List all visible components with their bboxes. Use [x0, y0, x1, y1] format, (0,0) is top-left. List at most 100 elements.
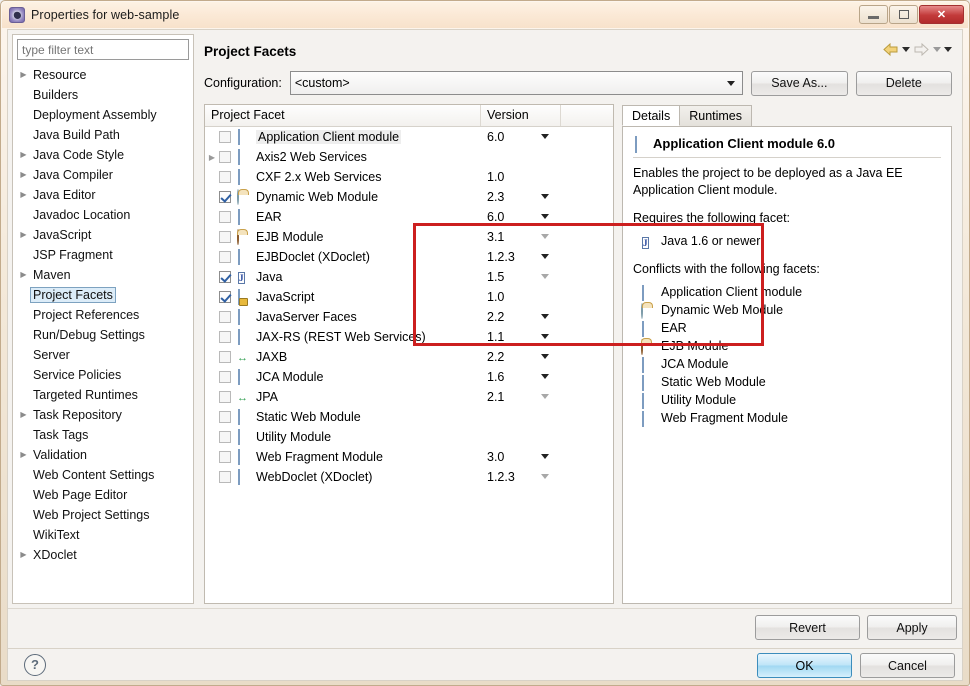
- sidebar-item-java-editor[interactable]: ▶ Java Editor: [13, 185, 193, 205]
- sidebar-item-targeted-runtimes[interactable]: Targeted Runtimes: [13, 385, 193, 405]
- facet-checkbox[interactable]: [219, 231, 231, 243]
- table-row[interactable]: J Java 1.5: [205, 267, 613, 287]
- version-dropdown-icon[interactable]: [541, 474, 549, 479]
- sidebar-item-wikitext[interactable]: WikiText: [13, 525, 193, 545]
- sidebar-item-task-tags[interactable]: Task Tags: [13, 425, 193, 445]
- facet-checkbox[interactable]: [219, 151, 231, 163]
- close-button[interactable]: ✕: [919, 5, 964, 24]
- expand-arrow-icon[interactable]: ▶: [17, 551, 30, 559]
- version-dropdown-icon[interactable]: [541, 194, 549, 199]
- table-row[interactable]: EJBDoclet (XDoclet) 1.2.3: [205, 247, 613, 267]
- expand-arrow-icon[interactable]: ▶: [17, 151, 30, 159]
- version-dropdown-icon[interactable]: [541, 314, 549, 319]
- sidebar-item-deployment-assembly[interactable]: Deployment Assembly: [13, 105, 193, 125]
- sidebar-item-project-references[interactable]: Project References: [13, 305, 193, 325]
- sidebar-item-validation[interactable]: ▶ Validation: [13, 445, 193, 465]
- facet-checkbox[interactable]: [219, 351, 231, 363]
- revert-button[interactable]: Revert: [755, 615, 860, 640]
- configuration-select[interactable]: <custom>: [289, 71, 744, 95]
- search-input[interactable]: [17, 39, 189, 60]
- table-row[interactable]: ▶ Axis2 Web Services: [205, 147, 613, 167]
- sidebar-item-jsp-fragment[interactable]: JSP Fragment: [13, 245, 193, 265]
- ok-button[interactable]: OK: [757, 653, 852, 678]
- expand-arrow-icon[interactable]: ▶: [17, 191, 30, 199]
- expand-arrow-icon[interactable]: ▶: [205, 153, 219, 162]
- version-dropdown-icon[interactable]: [541, 394, 549, 399]
- maximize-button[interactable]: [889, 5, 918, 24]
- table-row[interactable]: ↔ JAXB 2.2: [205, 347, 613, 367]
- version-dropdown-icon[interactable]: [541, 234, 549, 239]
- sidebar-item-resource[interactable]: ▶ Resource: [13, 65, 193, 85]
- version-dropdown-icon[interactable]: [541, 334, 549, 339]
- facet-checkbox[interactable]: [219, 271, 231, 283]
- facet-checkbox[interactable]: [219, 411, 231, 423]
- version-dropdown-icon[interactable]: [541, 134, 549, 139]
- sidebar-item-web-content-settings[interactable]: Web Content Settings: [13, 465, 193, 485]
- version-dropdown-icon[interactable]: [541, 214, 549, 219]
- facet-checkbox[interactable]: [219, 311, 231, 323]
- facet-checkbox[interactable]: [219, 171, 231, 183]
- table-row[interactable]: Web Fragment Module 3.0: [205, 447, 613, 467]
- table-row[interactable]: JavaScript 1.0: [205, 287, 613, 307]
- table-row[interactable]: EJB Module 3.1: [205, 227, 613, 247]
- table-row[interactable]: JAX-RS (REST Web Services) 1.1: [205, 327, 613, 347]
- sidebar-item-java-code-style[interactable]: ▶ Java Code Style: [13, 145, 193, 165]
- table-row[interactable]: CXF 2.x Web Services 1.0: [205, 167, 613, 187]
- expand-arrow-icon[interactable]: ▶: [17, 231, 30, 239]
- table-row[interactable]: Utility Module: [205, 427, 613, 447]
- apply-button[interactable]: Apply: [867, 615, 957, 640]
- facet-checkbox[interactable]: [219, 131, 231, 143]
- version-dropdown-icon[interactable]: [541, 454, 549, 459]
- sidebar-item-web-page-editor[interactable]: Web Page Editor: [13, 485, 193, 505]
- save-as-button[interactable]: Save As...: [751, 70, 848, 96]
- facet-checkbox[interactable]: [219, 331, 231, 343]
- column-header-version[interactable]: Version: [481, 105, 561, 126]
- facet-checkbox[interactable]: [219, 391, 231, 403]
- sidebar-item-server[interactable]: Server: [13, 345, 193, 365]
- sidebar-item-maven[interactable]: ▶ Maven: [13, 265, 193, 285]
- version-dropdown-icon[interactable]: [541, 374, 549, 379]
- expand-arrow-icon[interactable]: ▶: [17, 411, 30, 419]
- table-row[interactable]: Dynamic Web Module 2.3: [205, 187, 613, 207]
- sidebar-item-javascript[interactable]: ▶ JavaScript: [13, 225, 193, 245]
- sidebar-item-service-policies[interactable]: Service Policies: [13, 365, 193, 385]
- table-row[interactable]: EAR 6.0: [205, 207, 613, 227]
- facet-checkbox[interactable]: [219, 451, 231, 463]
- table-row[interactable]: JCA Module 1.6: [205, 367, 613, 387]
- facet-checkbox[interactable]: [219, 371, 231, 383]
- column-header-facet[interactable]: Project Facet: [205, 105, 481, 126]
- version-dropdown-icon[interactable]: [541, 354, 549, 359]
- sidebar-item-web-project-settings[interactable]: Web Project Settings: [13, 505, 193, 525]
- facet-checkbox[interactable]: [219, 211, 231, 223]
- expand-arrow-icon[interactable]: ▶: [17, 171, 30, 179]
- sidebar-item-javadoc-location[interactable]: Javadoc Location: [13, 205, 193, 225]
- version-dropdown-icon[interactable]: [541, 274, 549, 279]
- table-row[interactable]: ↔ JPA 2.1: [205, 387, 613, 407]
- facet-checkbox[interactable]: [219, 291, 231, 303]
- back-dropdown-icon[interactable]: [902, 47, 910, 52]
- sidebar-item-builders[interactable]: Builders: [13, 85, 193, 105]
- sidebar-item-xdoclet[interactable]: ▶ XDoclet: [13, 545, 193, 565]
- sidebar-item-project-facets[interactable]: Project Facets: [13, 285, 193, 305]
- facet-checkbox[interactable]: [219, 471, 231, 483]
- minimize-button[interactable]: [859, 5, 888, 24]
- sidebar-item-java-compiler[interactable]: ▶ Java Compiler: [13, 165, 193, 185]
- table-row[interactable]: Application Client module 6.0: [205, 127, 613, 147]
- version-dropdown-icon[interactable]: [541, 254, 549, 259]
- facet-checkbox[interactable]: [219, 191, 231, 203]
- delete-button[interactable]: Delete: [855, 70, 952, 96]
- back-arrow-icon[interactable]: [882, 42, 899, 57]
- facet-checkbox[interactable]: [219, 431, 231, 443]
- sidebar-item-task-repository[interactable]: ▶ Task Repository: [13, 405, 193, 425]
- help-icon[interactable]: ?: [24, 654, 46, 676]
- table-row[interactable]: Static Web Module: [205, 407, 613, 427]
- tab-details[interactable]: Details: [622, 105, 681, 126]
- tab-runtimes[interactable]: Runtimes: [679, 105, 753, 126]
- sidebar-item-java-build-path[interactable]: Java Build Path: [13, 125, 193, 145]
- page-menu-icon[interactable]: [944, 47, 952, 52]
- facet-checkbox[interactable]: [219, 251, 231, 263]
- cancel-button[interactable]: Cancel: [860, 653, 955, 678]
- table-row[interactable]: JavaServer Faces 2.2: [205, 307, 613, 327]
- expand-arrow-icon[interactable]: ▶: [17, 71, 30, 79]
- table-row[interactable]: WebDoclet (XDoclet) 1.2.3: [205, 467, 613, 487]
